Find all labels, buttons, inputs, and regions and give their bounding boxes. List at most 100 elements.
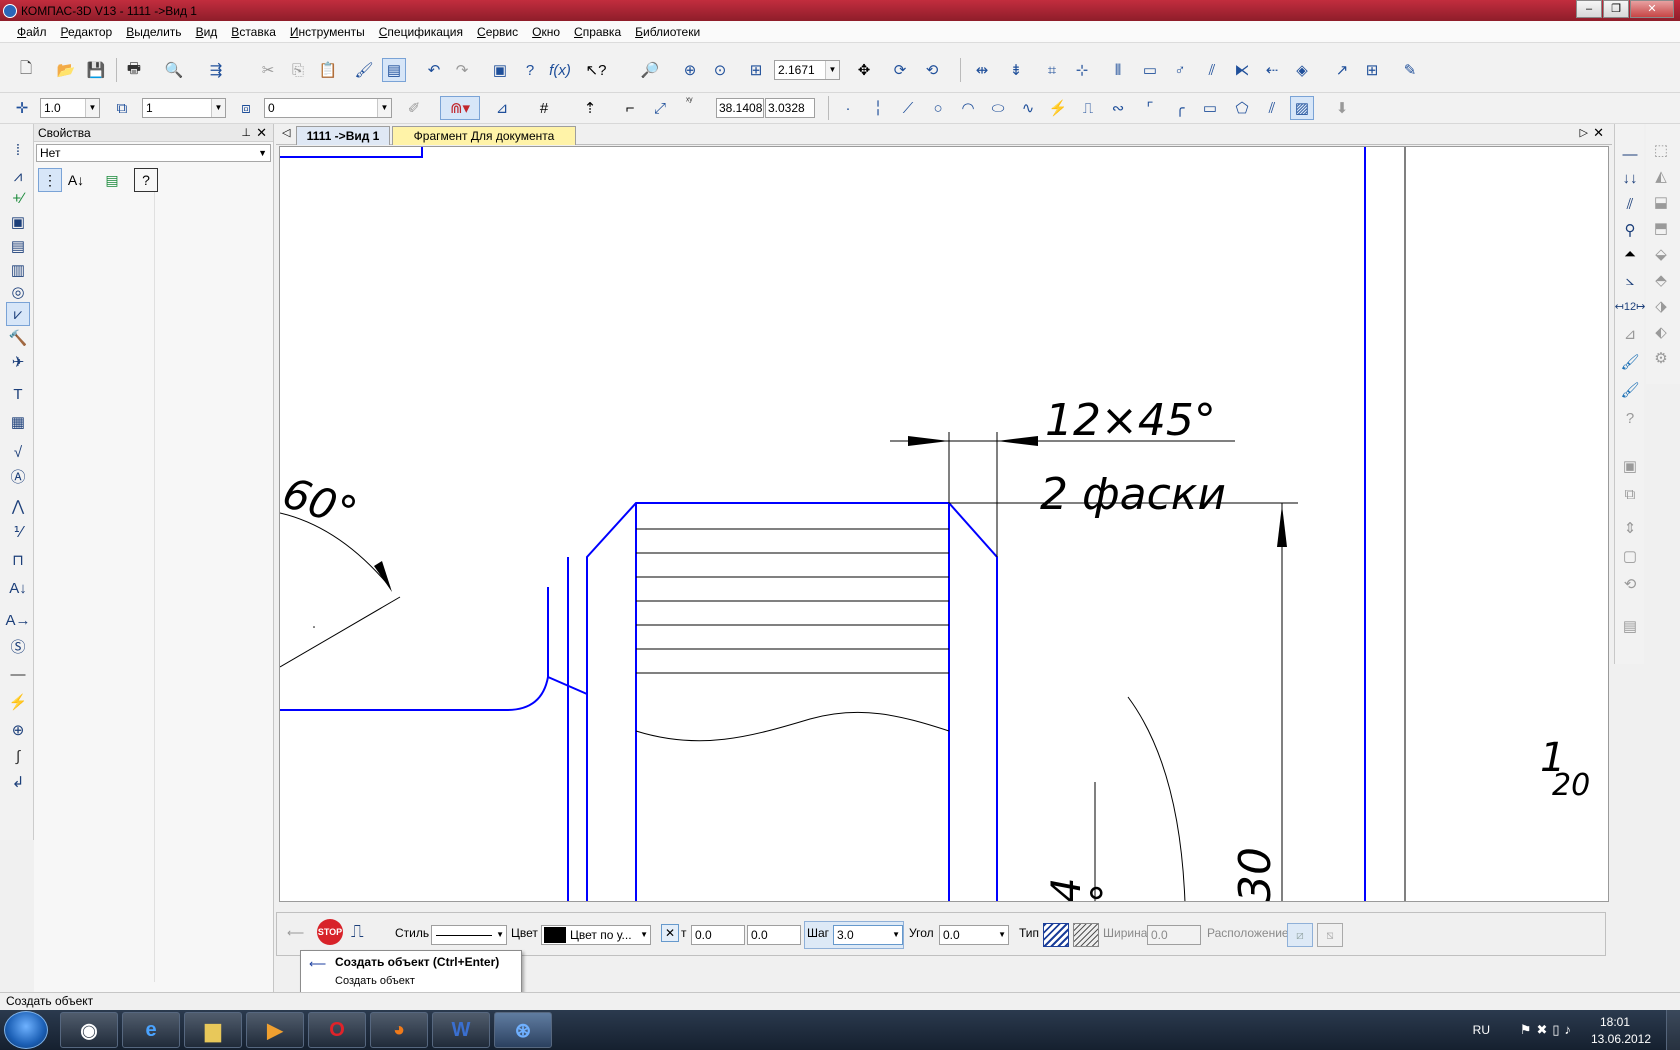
minimize-button[interactable]: – xyxy=(1576,0,1602,18)
edit-panel-icon[interactable]: +∕ xyxy=(6,186,30,210)
format-painter-icon[interactable]: 🖌 xyxy=(352,58,376,82)
parametrization-icon[interactable]: ▣ xyxy=(6,210,30,234)
circle-icon[interactable]: ○ xyxy=(926,96,950,120)
tab-view-1[interactable]: 1111 ->Вид 1 xyxy=(296,126,390,145)
opera-taskbar-icon[interactable]: O xyxy=(308,1012,366,1048)
kompas-taskbar-icon[interactable]: ⊛ xyxy=(494,1012,552,1048)
state-icon[interactable]: ⧉ xyxy=(110,96,134,120)
layer-combo[interactable]: 0 ▼ xyxy=(264,98,392,118)
ie-taskbar-icon[interactable]: e xyxy=(122,1012,180,1048)
coord-x-field[interactable]: 38.1408 xyxy=(716,98,764,118)
view-6-icon[interactable]: ▤ xyxy=(1618,614,1642,638)
fill-icon[interactable]: ⬇ xyxy=(1330,96,1354,120)
magnet-snap-icon[interactable]: ⋒▾ xyxy=(440,96,480,120)
edit-tool-icon[interactable]: ✎ xyxy=(1398,58,1422,82)
new-document-icon[interactable]: 🗋 xyxy=(14,58,38,82)
center-mark-icon[interactable]: ⊕ xyxy=(6,718,30,742)
close-tab-icon[interactable]: ✕ xyxy=(1593,125,1604,141)
axes-icon[interactable]: ⇡ xyxy=(578,96,602,120)
apply-icon[interactable]: ▤ xyxy=(100,168,124,192)
angle-field[interactable]: 0.0 ▼ xyxy=(939,925,1009,945)
regenerate-icon[interactable]: ⟲ xyxy=(920,58,944,82)
cut-extrude-icon[interactable]: ⬙ xyxy=(1649,242,1673,266)
show-desktop-button[interactable] xyxy=(1666,1010,1680,1050)
properties-icon[interactable]: ▤ xyxy=(382,58,406,82)
chevron-down-icon[interactable]: ▼ xyxy=(998,926,1006,944)
pin-icon[interactable]: ⊥ xyxy=(241,124,251,142)
scale-combo[interactable]: 1.0 ▼ xyxy=(40,98,100,118)
chamfer-icon[interactable]: ⌜ xyxy=(1138,96,1162,120)
view-4-icon[interactable]: ▢ xyxy=(1618,544,1642,568)
leader-panel-icon[interactable]: ⋀ xyxy=(6,494,30,518)
equidistant-icon[interactable]: ⫽ xyxy=(1260,96,1284,120)
table-panel-icon[interactable]: ▦ xyxy=(6,410,30,434)
chevron-down-icon[interactable]: ▼ xyxy=(640,926,648,944)
help-pointer-icon[interactable]: ↖? xyxy=(584,58,608,82)
select-panel-icon[interactable]: 🔨 xyxy=(6,326,30,350)
fillet-icon[interactable]: ╭ xyxy=(1168,96,1192,120)
word-taskbar-icon[interactable]: W xyxy=(432,1012,490,1048)
datum-icon[interactable]: ◈ xyxy=(1290,58,1314,82)
hatch-fill-icon[interactable]: ⚡ xyxy=(1046,96,1070,120)
view-elements-icon[interactable]: ✈ xyxy=(6,350,30,374)
roughness-panel-icon[interactable]: √ xyxy=(6,440,30,464)
firefox-taskbar-icon[interactable]: ◕ xyxy=(370,1012,428,1048)
chevron-down-icon[interactable]: ▼ xyxy=(377,99,391,117)
clock-time[interactable]: 18:01 xyxy=(1584,1015,1646,1029)
variables-icon[interactable]: ? xyxy=(518,58,542,82)
tab-scroll-right-icon[interactable]: ▷ xyxy=(1580,126,1588,139)
arrow-direction-icon[interactable]: ⇠ xyxy=(1260,58,1284,82)
help-circle-icon[interactable]: ? xyxy=(1618,406,1642,430)
menu-select[interactable]: Выделить xyxy=(119,25,188,39)
roughness-icon[interactable]: ♂ xyxy=(1168,58,1192,82)
undo-icon[interactable]: ↶ xyxy=(422,58,446,82)
tab-scroll-left-icon[interactable]: ◁ xyxy=(282,126,290,139)
tab-fragment[interactable]: Фрагмент Для документа xyxy=(392,126,576,145)
menu-tools[interactable]: Инструменты xyxy=(283,25,372,39)
save-icon[interactable]: 💾 xyxy=(84,58,108,82)
placement-alt-button[interactable]: ⧅ xyxy=(1317,923,1343,947)
snap-grid-icon[interactable]: ⌗ xyxy=(1040,58,1064,82)
y-coord-field[interactable]: 0.0 xyxy=(747,925,801,945)
copy-icon[interactable]: ⎘ xyxy=(286,58,310,82)
width-field[interactable]: 0.0 xyxy=(1147,925,1201,945)
chevron-down-icon[interactable]: ▼ xyxy=(258,145,267,161)
aux-line-icon[interactable]: ╎ xyxy=(866,96,890,120)
loft-icon[interactable]: ⬒ xyxy=(1649,216,1673,240)
gear-icon[interactable]: ⚙ xyxy=(1649,346,1673,370)
hatch-type-button[interactable] xyxy=(1043,923,1069,947)
weld-icon[interactable]: ↗ xyxy=(1330,58,1354,82)
ortho-icon[interactable]: ⊿ xyxy=(490,96,514,120)
specification-icon[interactable]: ▤ xyxy=(6,234,30,258)
extrude-icon[interactable]: ⬚ xyxy=(1649,138,1673,162)
dim-angle-icon[interactable]: ⦣ xyxy=(1618,268,1642,292)
refresh-view-icon[interactable]: ⟳ xyxy=(888,58,912,82)
polyline-icon[interactable]: ⎍ xyxy=(1076,96,1100,120)
menu-libraries[interactable]: Библиотеки xyxy=(628,25,707,39)
view-arrow-icon[interactable]: A↓ xyxy=(6,576,30,600)
menu-insert[interactable]: Вставка xyxy=(224,25,283,39)
pan-icon[interactable]: ✥ xyxy=(852,58,876,82)
polygon-icon[interactable]: ⬠ xyxy=(1230,96,1254,120)
point-icon[interactable]: · xyxy=(836,96,860,120)
position-icon[interactable]: ⅟ xyxy=(6,520,30,544)
dimensions-panel-icon[interactable]: ⩘ xyxy=(6,164,30,188)
menu-help[interactable]: Справка xyxy=(567,25,628,39)
state-combo[interactable]: 1 ▼ xyxy=(142,98,226,118)
zoom-in-icon[interactable]: ⊕ xyxy=(678,58,702,82)
menu-service[interactable]: Сервис xyxy=(470,25,525,39)
redo-icon[interactable]: ↷ xyxy=(450,58,474,82)
cut-rotate-icon[interactable]: ⬘ xyxy=(1649,268,1673,292)
back-arrow-icon[interactable]: ⟵ xyxy=(287,926,304,940)
manager-icon[interactable]: ▣ xyxy=(488,58,512,82)
arrow-view-icon[interactable]: A→ xyxy=(6,608,31,632)
zoom-window-icon[interactable]: 🔎 xyxy=(638,58,662,82)
chevron-down-icon[interactable]: ▼ xyxy=(496,926,504,944)
rectangle-icon[interactable]: ▭ xyxy=(1198,96,1222,120)
dim-size-icon[interactable]: ↤12↦ xyxy=(1615,294,1646,318)
kinematic-icon[interactable]: ⬓ xyxy=(1649,190,1673,214)
detail-icon[interactable]: Ⓢ xyxy=(6,634,30,658)
color-select[interactable]: Цвет по у... ▼ xyxy=(541,925,651,945)
create-object-icon[interactable]: ⎍ xyxy=(351,921,364,942)
dim-radius-icon[interactable]: ⚲ xyxy=(1618,218,1642,242)
